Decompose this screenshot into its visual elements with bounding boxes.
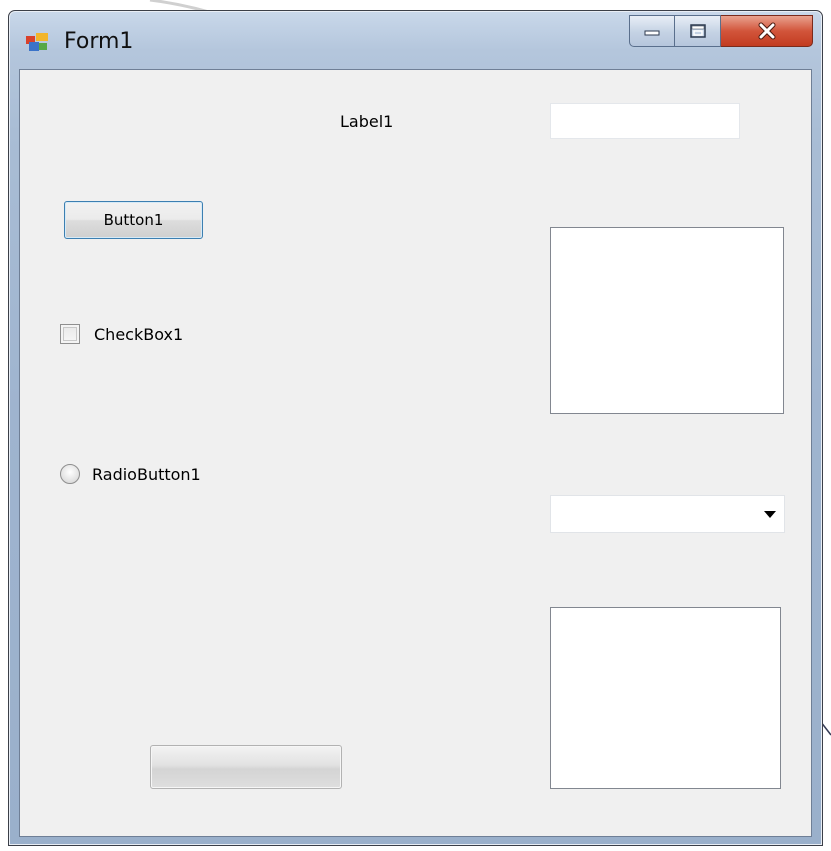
close-button[interactable] xyxy=(721,15,813,47)
maximize-button[interactable] xyxy=(675,15,721,47)
radiobutton1[interactable]: RadioButton1 xyxy=(60,464,201,484)
close-icon xyxy=(758,22,775,40)
form-client-area: Label1 Button1 CheckBox1 RadioButton1 xyxy=(19,69,812,837)
minimize-icon xyxy=(644,30,660,36)
minimize-button[interactable] xyxy=(629,15,675,47)
label1: Label1 xyxy=(340,112,394,131)
progressbar1 xyxy=(150,745,342,789)
form-window: Form1 Label1 Button1 CheckBox1 RadioButt… xyxy=(8,10,823,846)
window-title: Form1 xyxy=(64,29,134,54)
radiobutton1-circle[interactable] xyxy=(60,464,80,484)
textbox1[interactable] xyxy=(550,103,740,139)
listbox2[interactable] xyxy=(550,607,781,789)
maximize-icon xyxy=(689,24,706,38)
listbox1[interactable] xyxy=(550,227,784,414)
button1[interactable]: Button1 xyxy=(64,201,203,239)
title-bar[interactable]: Form1 xyxy=(9,11,822,69)
combobox1[interactable] xyxy=(550,495,785,533)
screen: Form1 Label1 Button1 CheckBox1 RadioButt… xyxy=(0,0,831,851)
dropdown-arrow-icon[interactable] xyxy=(764,511,776,518)
checkbox1-box[interactable] xyxy=(60,324,80,344)
checkbox1-label: CheckBox1 xyxy=(94,324,184,344)
form-app-icon xyxy=(26,33,48,51)
checkbox1[interactable]: CheckBox1 xyxy=(60,324,183,344)
radiobutton1-label: RadioButton1 xyxy=(92,464,201,484)
